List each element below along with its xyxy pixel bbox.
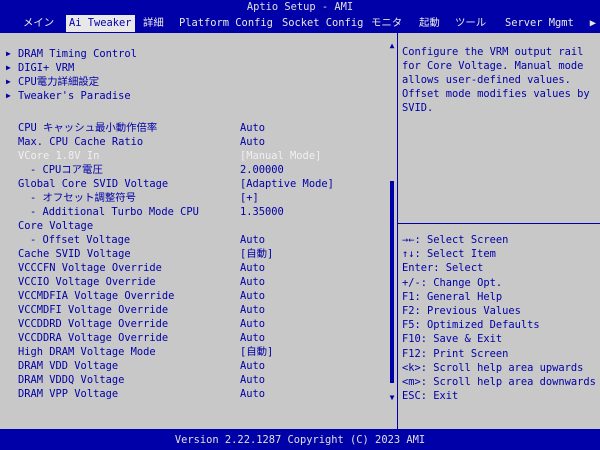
key-hint: F10: Save & Exit [402, 333, 503, 346]
setting-label: High DRAM Voltage Mode [18, 346, 156, 358]
tab-advanced[interactable]: 詳細 [140, 15, 167, 32]
setting-label: CPU電力詳細設定 [18, 76, 100, 88]
setting-value[interactable]: 2.00000 [240, 163, 284, 177]
tab-monitor[interactable]: モニタ [368, 15, 405, 32]
main-panel: ▶ DRAM Timing Control ▶ DIGI+ VRM ▶ CPU電力詳細設定… [0, 33, 600, 429]
key-legend: →←: Select Screen ↑↓: Select Item Enter: S… [402, 233, 600, 403]
setting-value[interactable]: Auto [240, 233, 265, 247]
setting-label: Global Core SVID Voltage [18, 178, 169, 190]
help-panel: Configure the VRM output rail for Core V… [398, 33, 600, 429]
submenu-arrow-icon: ▶ [6, 91, 11, 100]
setting-label: DRAM VDD Voltage [18, 360, 119, 372]
setting-label: Tweaker's Paradise [18, 90, 131, 102]
setting-label: DRAM VPP Voltage [18, 388, 119, 400]
key-hint: F5: Optimized Defaults [402, 319, 540, 332]
setting-value[interactable]: [+] [240, 191, 259, 205]
setting-label: CPU キャッシュ最小動作倍率 [18, 122, 158, 134]
horizontal-divider [398, 223, 600, 224]
setting-label: VCCMDFIA Voltage Override [18, 290, 175, 302]
key-hint: Enter: Select [402, 262, 484, 275]
key-hint: <m>: Scroll help area downwards [402, 375, 596, 388]
setting-value[interactable]: Auto [240, 289, 265, 303]
setting-value[interactable]: [Adaptive Mode] [240, 177, 334, 191]
setting-label: - CPUコア電圧 [30, 164, 103, 176]
setting-value[interactable]: Auto [240, 387, 265, 401]
key-hint: →←: Select Screen [402, 234, 509, 246]
tab-socket-config[interactable]: Socket Config [279, 15, 366, 32]
key-hint: F1: General Help [402, 290, 503, 303]
setting-value[interactable]: Auto [240, 373, 265, 387]
key-hint: ESC: Exit [402, 390, 459, 403]
key-hint: F12: Print Screen [402, 347, 509, 360]
setting-value[interactable]: Auto [240, 359, 265, 373]
setting-label: Cache SVID Voltage [18, 248, 131, 260]
setting-value[interactable]: Auto [240, 261, 265, 275]
key-hint: <k>: Scroll help area upwards [402, 361, 584, 374]
setting-label: VCCIO Voltage Override [18, 276, 156, 288]
tab-server-mgmt[interactable]: Server Mgmt [502, 15, 577, 32]
setting-value[interactable]: Auto [240, 275, 265, 289]
scroll-up-icon[interactable]: ▲ [388, 41, 396, 51]
tab-bar: メイン Ai Tweaker 詳細 Platform Config Socket… [0, 15, 600, 32]
setting-label: VCCDDRD Voltage Override [18, 318, 169, 330]
tab-ai-tweaker[interactable]: Ai Tweaker [66, 15, 135, 32]
setting-label: VCCDDRA Voltage Override [18, 332, 169, 344]
key-hint: +/-: Change Opt. [402, 276, 503, 289]
tab-main[interactable]: メイン [20, 15, 57, 32]
setting-value[interactable]: Auto [240, 317, 265, 331]
settings-list: ▶ DRAM Timing Control ▶ DIGI+ VRM ▶ CPU電力詳細設定… [4, 41, 390, 429]
key-hint: F2: Previous Values [402, 304, 521, 317]
tab-boot[interactable]: 起動 [416, 15, 443, 32]
setting-label: - Offset Voltage [30, 234, 131, 246]
scroll-down-icon[interactable]: ▼ [388, 393, 396, 403]
setting-label: VCCCFN Voltage Override [18, 262, 162, 274]
setting-value[interactable]: [自動] [240, 247, 273, 261]
key-hint: ↑↓: Select Item [402, 248, 496, 261]
setting-label: DIGI+ VRM [18, 62, 75, 74]
footer-version: Version 2.22.1287 Copyright (C) 2023 AMI [174, 434, 426, 446]
setting-label: Max. CPU Cache Ratio [18, 136, 144, 148]
setting-value[interactable]: Auto [240, 303, 265, 317]
tab-platform-config[interactable]: Platform Config [176, 15, 276, 32]
tab-tool[interactable]: ツール [452, 15, 489, 32]
setting-label: VCCMDFI Voltage Override [18, 304, 169, 316]
tab-scroll-right-icon[interactable]: ▶ [590, 15, 596, 32]
setting-value[interactable]: Auto [240, 331, 265, 345]
help-text: Configure the VRM output rail for Core V… [402, 46, 596, 114]
setting-label: DRAM VDDQ Voltage [18, 374, 125, 386]
setting-label: Core Voltage [18, 220, 94, 232]
setting-value[interactable]: [自動] [240, 345, 273, 359]
setting-label: DRAM Timing Control [18, 48, 137, 60]
submenu-arrow-icon: ▶ [6, 77, 11, 86]
setting-label: - オフセット調整符号 [30, 192, 137, 204]
setting-value[interactable]: [Manual Mode] [240, 149, 321, 163]
setting-value[interactable]: Auto [240, 121, 265, 135]
setting-value[interactable]: Auto [240, 135, 265, 149]
setting-label: - Additional Turbo Mode CPU [30, 206, 199, 218]
setting-value[interactable]: 1.35000 [240, 205, 284, 219]
scrollbar[interactable]: ▲ ▼ [388, 41, 396, 429]
scroll-thumb[interactable] [390, 181, 394, 383]
setting-label: VCore 1.8V In [18, 150, 100, 162]
window-title: Aptio Setup - AMI [0, 0, 600, 14]
submenu-arrow-icon: ▶ [6, 49, 11, 58]
submenu-arrow-icon: ▶ [6, 63, 11, 72]
